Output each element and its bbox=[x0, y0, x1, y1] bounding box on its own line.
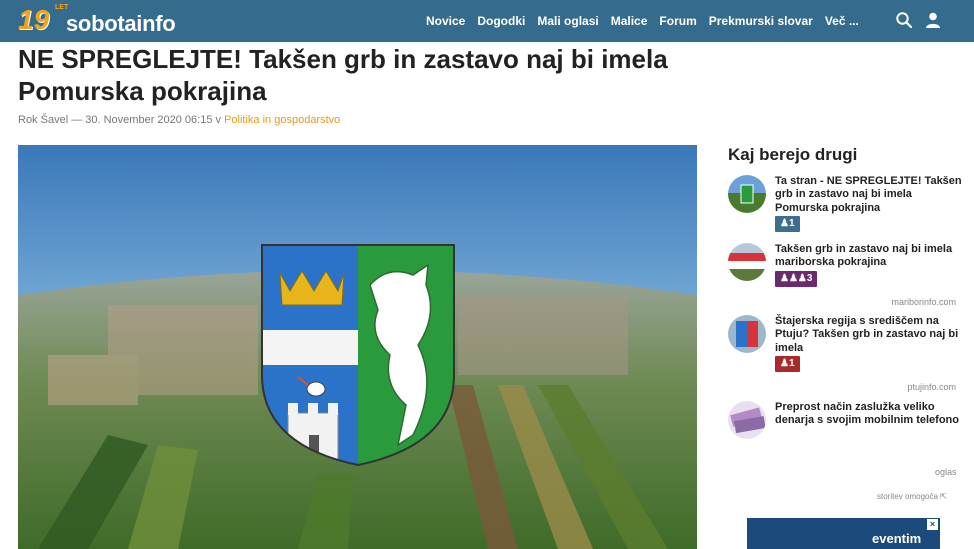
article-category-link[interactable]: Politika in gospodarstvo bbox=[224, 114, 340, 126]
sidebar-item-text: Takšen grb in zastavo naj bi imela marib… bbox=[775, 243, 953, 269]
sidebar-item-3[interactable]: Štajerska regija s središčem na Ptuju? T… bbox=[728, 315, 963, 373]
main-menu: Novice Dogodki Mali oglasi Malice Forum … bbox=[426, 0, 859, 42]
article-meta: Rok Šavel — 30. November 2020 06:15 v Po… bbox=[18, 114, 340, 126]
comment-icon: ♟ bbox=[780, 218, 789, 229]
sidebar-item-text: Štajerska regija s središčem na Ptuju? T… bbox=[775, 315, 959, 354]
sidebar-item-1[interactable]: Ta stran - NE SPREGLEJTE! Takšen grb in … bbox=[728, 175, 963, 237]
ad-logo: eventim bbox=[872, 531, 922, 546]
sidebar-item-text: Preprost način zaslužka veliko denarja s… bbox=[775, 401, 959, 427]
article-author[interactable]: Rok Šavel bbox=[18, 114, 68, 126]
ad-provider-label[interactable]: storitev omogoča ⇱ bbox=[877, 492, 947, 501]
logo-wordmark: sobotainfo bbox=[66, 11, 176, 36]
nav-item-mali-oglasi[interactable]: Mali oglasi bbox=[537, 14, 598, 28]
logo-anniversary-number: 19 bbox=[18, 4, 50, 35]
source-label: mariborinfo.com bbox=[891, 297, 956, 307]
top-navigation-bar: 19 LET sobotainfo Novice Dogodki Mali og… bbox=[0, 0, 974, 42]
nav-item-novice[interactable]: Novice bbox=[426, 14, 465, 28]
ad-banner[interactable]: eventim × bbox=[747, 518, 940, 549]
nav-item-vec[interactable]: Več ... bbox=[825, 14, 859, 28]
site-logo[interactable]: 19 LET sobotainfo bbox=[18, 2, 208, 42]
article-date: 30. November 2020 06:15 bbox=[85, 114, 213, 126]
logo-anniversary-label: LET bbox=[55, 4, 69, 11]
sidebar-item-thumbnail bbox=[728, 315, 766, 353]
source-label: ptujinfo.com bbox=[907, 382, 956, 392]
article-title: NE SPREGLEJTE! Takšen grb in zastavo naj… bbox=[18, 44, 668, 106]
meta-separator: — bbox=[71, 114, 83, 126]
article-hero-image bbox=[18, 145, 697, 549]
ad-provider-logo-icon: ⇱ bbox=[940, 492, 947, 501]
meta-in-word: v bbox=[215, 114, 222, 126]
user-account-icon[interactable] bbox=[924, 11, 942, 29]
ad-label: oglas bbox=[935, 467, 957, 477]
comment-icon: ♟♟♟ bbox=[780, 273, 807, 284]
comment-count-badge: ♟1 bbox=[775, 216, 800, 232]
comment-icon: ♟ bbox=[780, 358, 789, 369]
close-icon[interactable]: × bbox=[927, 519, 938, 530]
comment-count-badge: ♟♟♟3 bbox=[775, 271, 818, 287]
search-icon[interactable] bbox=[895, 11, 913, 29]
nav-item-dogodki[interactable]: Dogodki bbox=[477, 14, 525, 28]
sidebar-item-thumbnail bbox=[728, 401, 766, 439]
sidebar-item-2[interactable]: Takšen grb in zastavo naj bi imela marib… bbox=[728, 243, 963, 289]
sidebar-item-4[interactable]: Preprost način zaslužka veliko denarja s… bbox=[728, 401, 963, 449]
comment-count-badge: ♟1 bbox=[775, 356, 800, 372]
sidebar-item-thumbnail bbox=[728, 175, 766, 213]
nav-item-forum[interactable]: Forum bbox=[659, 14, 696, 28]
sidebar-item-thumbnail bbox=[728, 243, 766, 281]
sidebar-item-text: Ta stran - NE SPREGLEJTE! Takšen grb in … bbox=[775, 175, 962, 214]
nav-item-malice[interactable]: Malice bbox=[611, 14, 648, 28]
sidebar-title: Kaj berejo drugi bbox=[728, 145, 858, 164]
nav-item-prekmurski-slovar[interactable]: Prekmurski slovar bbox=[709, 14, 813, 28]
